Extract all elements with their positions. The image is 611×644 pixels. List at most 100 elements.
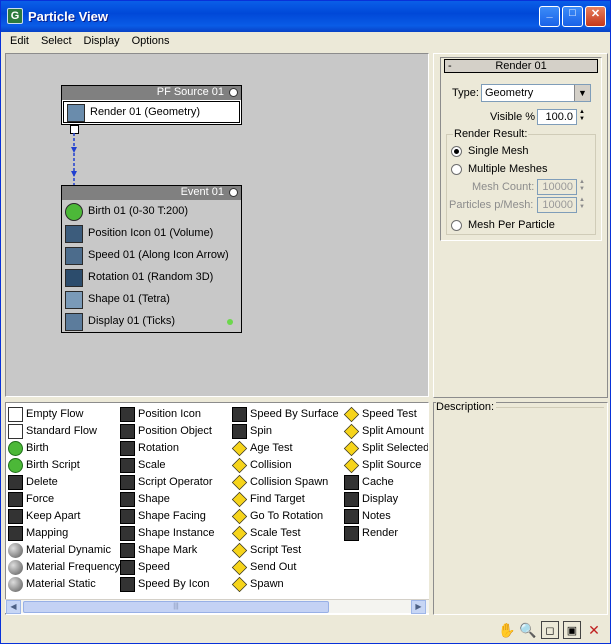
depot-item[interactable]: Force — [7, 491, 119, 508]
depot-item[interactable]: Age Test — [231, 440, 343, 457]
visible-spinner[interactable]: ▲ ▼ — [578, 109, 586, 125]
mesh-count-field[interactable]: 10000 — [537, 179, 577, 195]
depot-item-label: Script Test — [250, 544, 302, 556]
depot-item[interactable]: Split Amount — [343, 423, 428, 440]
depot-item[interactable]: Birth — [7, 440, 119, 457]
depot-item[interactable]: Display — [343, 491, 428, 508]
mesh-per-particle-label: Mesh Per Particle — [468, 219, 555, 231]
maximize-button[interactable]: □ — [562, 6, 583, 27]
depot-item[interactable]: Standard Flow — [7, 423, 119, 440]
operator-display[interactable]: Display 01 (Ticks) — [62, 310, 241, 332]
depot-item[interactable]: Shape Instance — [119, 525, 231, 542]
scroll-thumb[interactable]: ||| — [23, 601, 329, 613]
depot-item[interactable]: Shape — [119, 491, 231, 508]
close-button[interactable]: ✕ — [585, 6, 606, 27]
depot-item[interactable]: Birth Script — [7, 457, 119, 474]
depot-item[interactable]: Speed Test — [343, 406, 428, 423]
operator-rotation[interactable]: Rotation 01 (Random 3D) — [62, 266, 241, 288]
display-color-swatch[interactable] — [227, 319, 233, 325]
depot-item[interactable]: Script Operator — [119, 474, 231, 491]
depot-item-label: Rotation — [138, 442, 179, 454]
zoom-extents-icon[interactable]: ▣ — [563, 621, 581, 639]
operator-shape[interactable]: Shape 01 (Tetra) — [62, 288, 241, 310]
menu-select[interactable]: Select — [36, 32, 77, 50]
operator-birth[interactable]: Birth 01 (0-30 T:200) — [62, 200, 241, 222]
depot-item[interactable]: Material Frequency — [7, 559, 120, 576]
depot-item[interactable]: Empty Flow — [7, 406, 119, 423]
rotation-icon — [65, 269, 83, 287]
chevron-down-icon[interactable]: ▼ — [574, 85, 590, 101]
type-dropdown[interactable]: Geometry ▼ — [481, 84, 591, 102]
depot-item[interactable]: Speed — [119, 559, 231, 576]
single-mesh-radio[interactable] — [451, 146, 462, 157]
event-node[interactable]: Event 01 Birth 01 (0-30 T:200) Position … — [61, 185, 242, 333]
menu-display[interactable]: Display — [79, 32, 125, 50]
depot-item[interactable]: Notes — [343, 508, 428, 525]
menu-options[interactable]: Options — [127, 32, 175, 50]
depot-item[interactable]: Speed By Icon — [119, 576, 231, 593]
pf-source-node[interactable]: PF Source 01 Render 01 (Geometry) — [61, 85, 242, 125]
multiple-meshes-radio[interactable] — [451, 164, 462, 175]
depot-item-label: Position Icon — [138, 408, 201, 420]
mesh-count-spinner[interactable]: ▲ ▼ — [578, 179, 586, 195]
collapse-icon[interactable]: - — [448, 60, 452, 72]
depot-item-label: Collision Spawn — [250, 476, 329, 488]
scroll-right-icon[interactable]: ▶ — [411, 600, 426, 614]
lightbulb-icon[interactable] — [229, 88, 238, 97]
mesh-per-particle-radio[interactable] — [451, 220, 462, 231]
depot-item[interactable]: Scale Test — [231, 525, 343, 542]
depot-column-3: Speed By Surface Spin Age Test Collision Col… — [231, 406, 343, 593]
operator-render[interactable]: Render 01 (Geometry) — [63, 101, 240, 123]
depot-item[interactable]: Script Test — [231, 542, 343, 559]
depot-item[interactable]: Collision Spawn — [231, 474, 343, 491]
lightbulb-icon[interactable] — [229, 188, 238, 197]
operator-position-icon[interactable]: Position Icon 01 (Volume) — [62, 222, 241, 244]
depot-panel[interactable]: Empty Flow Standard Flow Birth Birth Script… — [5, 402, 429, 615]
single-mesh-label: Single Mesh — [468, 145, 529, 157]
menu-edit[interactable]: Edit — [5, 32, 34, 50]
depot-item[interactable]: Collision — [231, 457, 343, 474]
delete-icon — [8, 475, 23, 490]
depot-item[interactable]: Material Dynamic — [7, 542, 119, 559]
depot-item[interactable]: Shape Facing — [119, 508, 231, 525]
depot-item[interactable]: Split Selected — [343, 440, 428, 457]
depot-item[interactable]: Mapping — [7, 525, 119, 542]
render-result-label: Render Result: — [453, 128, 529, 140]
depot-item[interactable]: Position Icon — [119, 406, 231, 423]
depot-horizontal-scrollbar[interactable]: ◀ ||| ▶ — [5, 599, 429, 614]
depot-item[interactable]: Cache — [343, 474, 428, 491]
depot-item-label: Send Out — [250, 561, 297, 573]
shape-mark-icon — [120, 543, 135, 558]
depot-item[interactable]: Keep Apart — [7, 508, 119, 525]
depot-item[interactable]: Delete — [7, 474, 119, 491]
depot-item[interactable]: Split Source — [343, 457, 428, 474]
depot-item[interactable]: Position Object — [119, 423, 231, 440]
event-display-graph[interactable]: PF Source 01 Render 01 (Geometry) Event … — [5, 53, 429, 397]
depot-item[interactable]: Scale — [119, 457, 231, 474]
visible-percent-field[interactable]: 100.0 — [537, 109, 577, 125]
operator-speed[interactable]: Speed 01 (Along Icon Arrow) — [62, 244, 241, 266]
depot-item[interactable]: Spawn — [231, 576, 343, 593]
particles-per-mesh-field[interactable]: 10000 — [537, 197, 577, 213]
no-zoom-icon[interactable]: ✕ — [585, 621, 603, 639]
depot-item[interactable]: Go To Rotation — [231, 508, 343, 525]
particles-per-mesh-spinner[interactable]: ▲ ▼ — [578, 197, 586, 213]
zoom-region-icon[interactable]: ◻ — [541, 621, 559, 639]
title-bar[interactable]: G Particle View _ □ ✕ — [1, 1, 610, 32]
depot-item[interactable]: Send Out — [231, 559, 343, 576]
depot-item[interactable]: Render — [343, 525, 428, 542]
depot-item[interactable]: Speed By Surface — [231, 406, 343, 423]
depot-item[interactable]: Shape Mark — [119, 542, 231, 559]
depot-item-label: Birth — [26, 442, 49, 454]
depot-item[interactable]: Rotation — [119, 440, 231, 457]
minimize-button[interactable]: _ — [539, 6, 560, 27]
script-test-icon — [231, 542, 248, 559]
scroll-left-icon[interactable]: ◀ — [6, 600, 21, 614]
pan-icon[interactable]: ✋ — [498, 621, 516, 639]
rollout-header[interactable]: - Render 01 — [444, 59, 598, 73]
zoom-icon[interactable]: 🔍 — [519, 621, 537, 639]
visible-label: Visible % — [490, 111, 536, 123]
depot-item[interactable]: Spin — [231, 423, 343, 440]
depot-item[interactable]: Find Target — [231, 491, 343, 508]
depot-item[interactable]: Material Static — [7, 576, 119, 593]
